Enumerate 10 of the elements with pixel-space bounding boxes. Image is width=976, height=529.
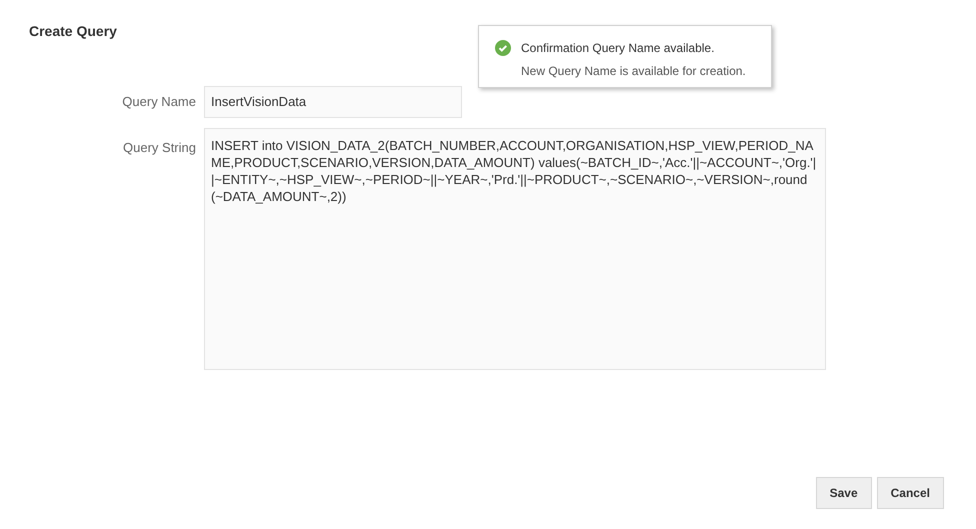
field-label: Query Name	[121, 93, 197, 112]
page-title: Create Query	[29, 22, 117, 41]
field-label: Query String	[122, 139, 197, 157]
save-button[interactable]: Save	[816, 477, 872, 509]
query-name-field[interactable]: InsertVisionData	[204, 86, 462, 118]
query-string-field[interactable]: INSERT into VISION_DATA_2(BATCH_NUMBER,ACCOUNT,ORGANISATION,HSP_VIEW,PERIOD_NAME,PRODUCT,SCENARIO,VERSION,DATA_AMOUNT) values(~BATCH_ID~,'Acc.'||~ACCOUNT~,'Org.'||~ENTITY~,~HSP_VIEW~,~PERIOD~||~YEAR~,'Prd.'||~PRODUCT~,~SCENARIO~,~VERSION~,round(~DATA_AMOUNT~,2))	[204, 128, 826, 370]
notification-title: Confirmation Query Name available.	[521, 40, 716, 57]
notification-message: New Query Name is available for creation.	[521, 63, 746, 80]
cancel-button[interactable]: Cancel	[876, 477, 944, 509]
check-circle-icon	[495, 40, 511, 56]
